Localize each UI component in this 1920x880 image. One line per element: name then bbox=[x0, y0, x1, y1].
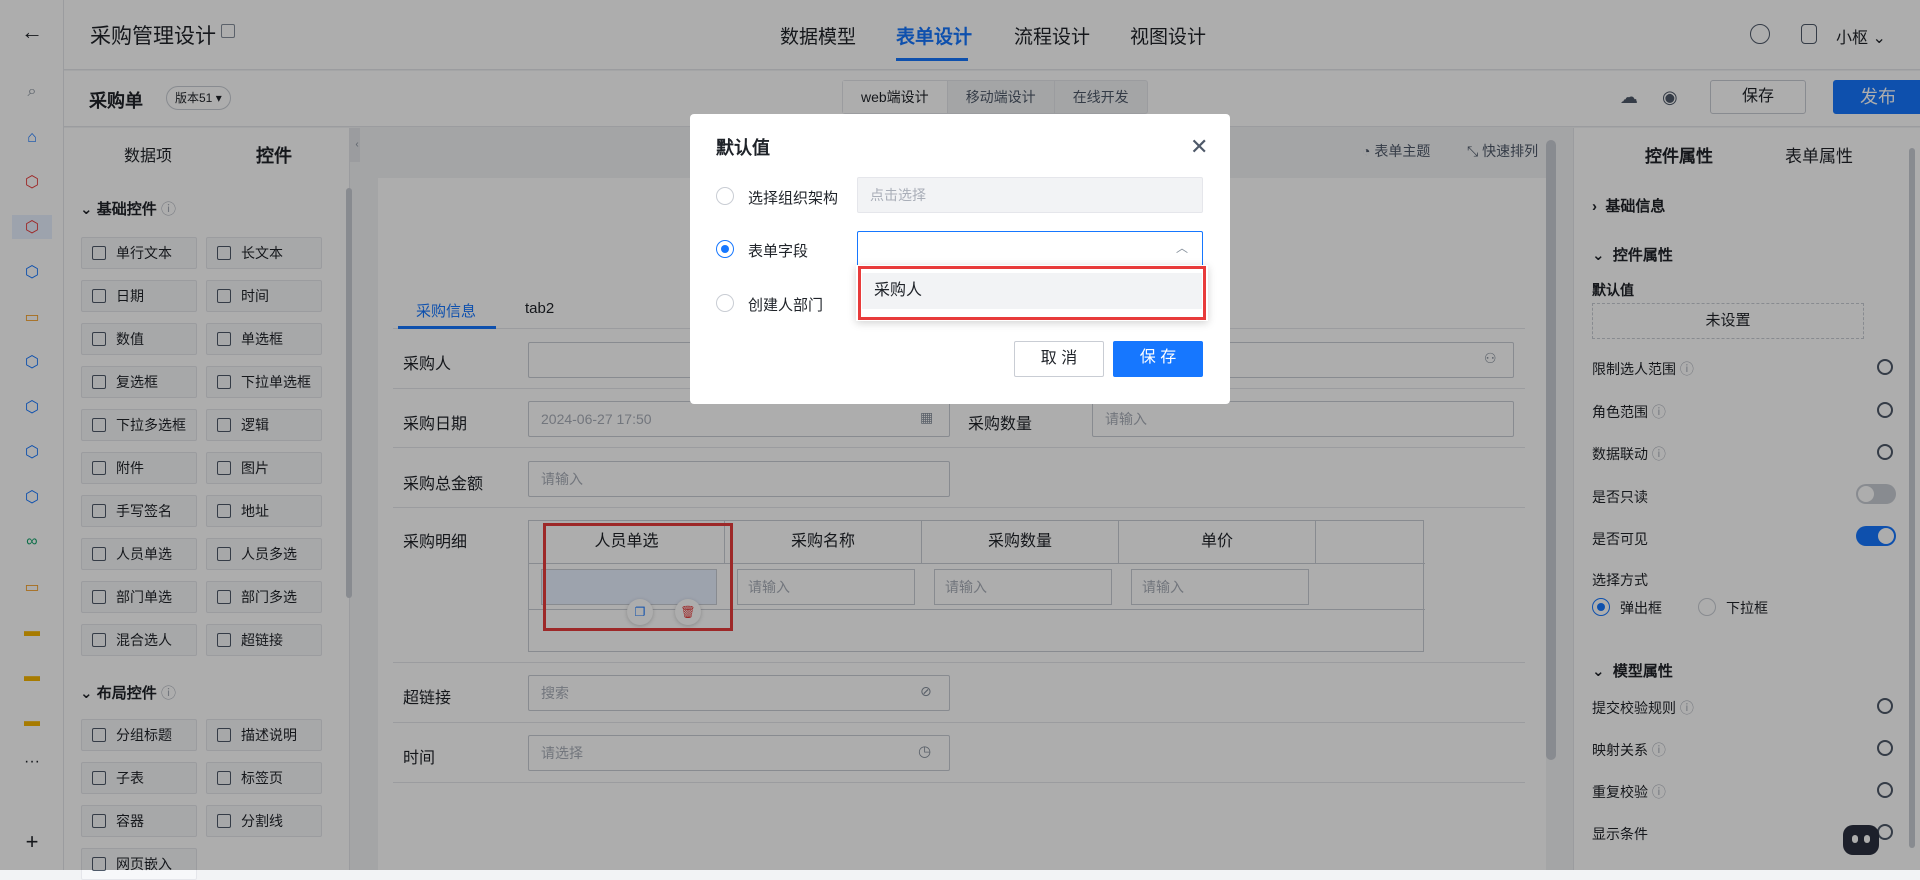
radio-form-field[interactable] bbox=[716, 240, 734, 258]
highlight-box-dropdown bbox=[858, 266, 1206, 320]
option-dept-label[interactable]: 创建人部门 bbox=[748, 294, 823, 315]
form-field-select[interactable] bbox=[857, 231, 1203, 267]
org-select-input[interactable]: 点击选择 bbox=[857, 177, 1203, 213]
dialog-save-button[interactable]: 保 存 bbox=[1113, 341, 1203, 377]
close-icon[interactable]: ✕ bbox=[1190, 134, 1208, 160]
chevron-up-icon[interactable]: ︿ bbox=[1176, 239, 1188, 256]
option-field-label[interactable]: 表单字段 bbox=[748, 240, 808, 261]
option-org-label[interactable]: 选择组织架构 bbox=[748, 187, 838, 208]
radio-creator-dept[interactable] bbox=[716, 294, 734, 312]
cancel-button[interactable]: 取 消 bbox=[1014, 341, 1104, 377]
dialog-title: 默认值 bbox=[716, 138, 770, 158]
default-value-dialog: 默认值 ✕ 选择组织架构 点击选择 表单字段 ︿ 创建人部门 取 消 保 存 bbox=[690, 114, 1230, 404]
radio-org[interactable] bbox=[716, 187, 734, 205]
